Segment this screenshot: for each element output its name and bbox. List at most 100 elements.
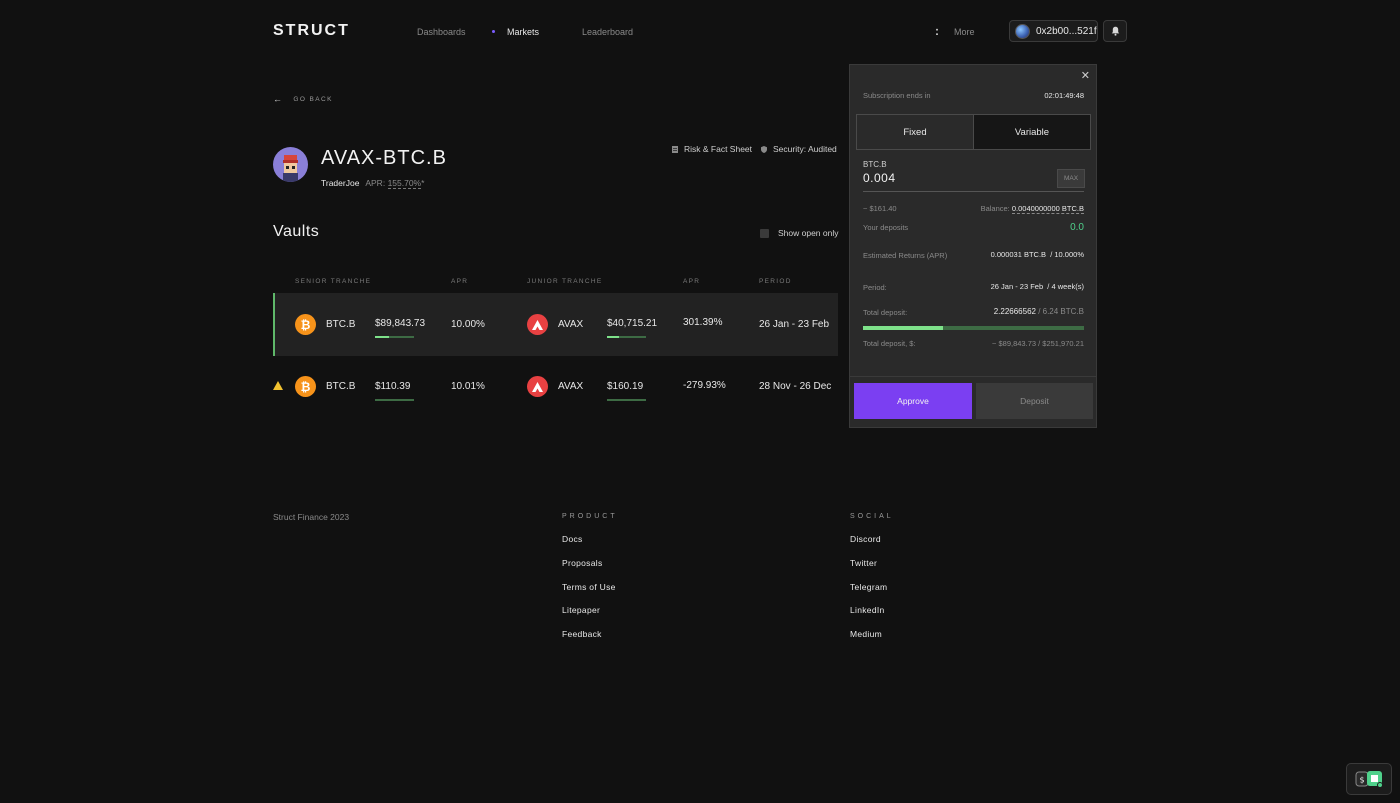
deposit-button[interactable]: Deposit	[976, 383, 1093, 419]
senior-fill-bar	[375, 399, 414, 401]
senior-token: BTC.B	[326, 381, 356, 392]
avax-icon	[527, 376, 548, 397]
warning-icon	[273, 381, 283, 390]
risk-fact-sheet-label: Risk & Fact Sheet	[684, 144, 753, 154]
footer-link-proposals[interactable]: Proposals	[562, 558, 603, 568]
pair-subtitle: TraderJoe APR: 155.70%*	[321, 178, 425, 189]
approve-button[interactable]: Approve	[854, 383, 972, 419]
pair-avatar	[273, 147, 308, 182]
column-header-senior-tranche: SENIOR TRANCHE	[295, 278, 372, 285]
bitcoin-icon: ₿	[295, 376, 316, 397]
junior-token: AVAX	[558, 381, 584, 392]
senior-fill-bar	[375, 336, 414, 338]
footer-link-discord[interactable]: Discord	[850, 534, 881, 544]
junior-apr: 301.39%	[683, 317, 723, 328]
column-header-junior-tranche: JUNIOR TRANCHE	[527, 278, 603, 285]
footer-product-heading: PRODUCT	[562, 513, 618, 520]
security-audited-link[interactable]: Security: Audited	[761, 144, 837, 154]
vault-row[interactable]: ₿ BTC.B $110.39 10.01% AVAX $160.19 -279…	[273, 356, 838, 419]
column-header-period: PERIOD	[759, 278, 792, 285]
nav-leaderboard[interactable]: Leaderboard	[582, 27, 633, 37]
security-audited-label: Security: Audited	[773, 144, 837, 154]
arrow-left-icon: ←	[273, 94, 284, 104]
junior-fill-progress	[607, 399, 646, 401]
senior-apr: 10.00%	[451, 319, 485, 330]
total-deposit-amount: 2.22666562	[993, 307, 1036, 316]
nav-markets[interactable]: Markets	[507, 27, 539, 37]
max-button[interactable]: MAX	[1057, 169, 1085, 188]
deposit-amount-input[interactable]	[863, 171, 1023, 185]
senior-tvl: $89,843.73	[375, 318, 426, 329]
apr-label: APR:	[365, 178, 386, 188]
footer-link-terms[interactable]: Terms of Use	[562, 582, 616, 592]
document-icon	[672, 145, 678, 153]
footer-link-docs[interactable]: Docs	[562, 534, 583, 544]
amount-underline	[863, 191, 1084, 192]
balance-value[interactable]: 0.0040000000 BTC.B	[1011, 204, 1084, 214]
deposit-token-label: BTC.B	[863, 160, 887, 169]
footer-link-linkedin[interactable]: LinkedIn	[850, 605, 885, 615]
more-menu-icon[interactable]: :	[935, 24, 939, 38]
chat-widget-icon: $	[1355, 771, 1383, 788]
vault-period: 26 Jan - 23 Feb	[759, 319, 830, 330]
avax-icon	[527, 314, 548, 335]
show-open-only-label: Show open only	[778, 228, 839, 238]
vault-period: 28 Nov - 26 Dec	[759, 381, 832, 392]
pair-apr-value[interactable]: 155.70%	[387, 178, 422, 189]
usd-estimate: ~ $161.40	[863, 204, 897, 213]
junior-tvl: $40,715.21	[607, 318, 658, 329]
senior-tvl: $110.39	[375, 381, 411, 392]
footer-link-twitter[interactable]: Twitter	[850, 558, 877, 568]
subscription-ends-label: Subscription ends in	[863, 91, 931, 100]
struct-logo[interactable]: STRUCT	[273, 22, 350, 40]
active-nav-indicator	[492, 30, 495, 33]
svg-text:$: $	[1359, 776, 1364, 785]
go-back-link[interactable]: ← GO BACK	[273, 94, 333, 104]
senior-token: BTC.B	[326, 319, 356, 330]
checkbox-icon	[760, 228, 769, 238]
footer-link-litepaper[interactable]: Litepaper	[562, 605, 600, 615]
junior-apr: -279.93%	[683, 380, 726, 391]
nav-dashboards[interactable]: Dashboards	[417, 27, 466, 37]
tab-variable[interactable]: Variable	[974, 115, 1090, 149]
risk-fact-sheet-link[interactable]: Risk & Fact Sheet	[672, 144, 752, 154]
vault-row[interactable]: ₿ BTC.B $89,843.73 10.00% AVAX $40,715.2…	[273, 293, 838, 356]
subscription-timer: 02:01:49:48	[1044, 91, 1084, 100]
vaults-heading: Vaults	[273, 223, 320, 240]
total-deposit-usd-label: Total deposit, $:	[863, 339, 916, 348]
column-header-junior-apr: APR	[683, 278, 701, 285]
wallet-address: 0x2b00...521f	[1036, 25, 1097, 37]
balance-display: Balance: 0.0040000000 BTC.B	[980, 204, 1084, 214]
show-open-only-checkbox[interactable]: Show open only	[760, 228, 839, 238]
pair-title: AVAX-BTC.B	[321, 147, 447, 169]
panel-divider	[850, 376, 1096, 377]
total-deposit-usd-value: ~ $89,843.73 / $251,970.21	[992, 339, 1084, 348]
tab-fixed[interactable]: Fixed	[857, 115, 974, 149]
total-deposit-progress-fill	[863, 326, 943, 330]
estimated-returns-value: 0.000031 BTC.B / 10.000%	[990, 250, 1084, 259]
bell-icon	[1111, 26, 1119, 36]
bitcoin-icon: ₿	[295, 314, 316, 335]
protocol-name: TraderJoe	[321, 178, 360, 188]
notifications-button[interactable]	[1103, 20, 1127, 42]
apr-asterisk: *	[421, 178, 425, 188]
junior-tvl: $160.19	[607, 381, 644, 392]
senior-apr: 10.01%	[451, 381, 485, 392]
deposit-panel: ✕ Subscription ends in 02:01:49:48 Fixed…	[849, 64, 1097, 428]
floating-widget-button[interactable]: $	[1346, 763, 1392, 795]
period-value: 26 Jan - 23 Feb / 4 week(s)	[990, 282, 1084, 291]
footer-link-feedback[interactable]: Feedback	[562, 629, 602, 639]
junior-fill-bar	[607, 399, 646, 401]
more-menu-label[interactable]: More	[954, 27, 975, 37]
total-deposit-cap: / 6.24 BTC.B	[1035, 307, 1084, 316]
wallet-button[interactable]: 0x2b00...521f	[1009, 20, 1098, 42]
close-icon[interactable]: ✕	[1081, 69, 1090, 82]
balance-label: Balance:	[980, 204, 1010, 213]
total-deposit-value: 2.22666562 / 6.24 BTC.B	[994, 307, 1084, 316]
total-deposit-progress-bar	[863, 326, 1084, 330]
estimated-returns-label: Estimated Returns (APR)	[863, 251, 948, 260]
footer-link-telegram[interactable]: Telegram	[850, 582, 887, 592]
your-deposits-label: Your deposits	[863, 223, 909, 232]
junior-fill-progress	[607, 336, 619, 338]
footer-link-medium[interactable]: Medium	[850, 629, 882, 639]
